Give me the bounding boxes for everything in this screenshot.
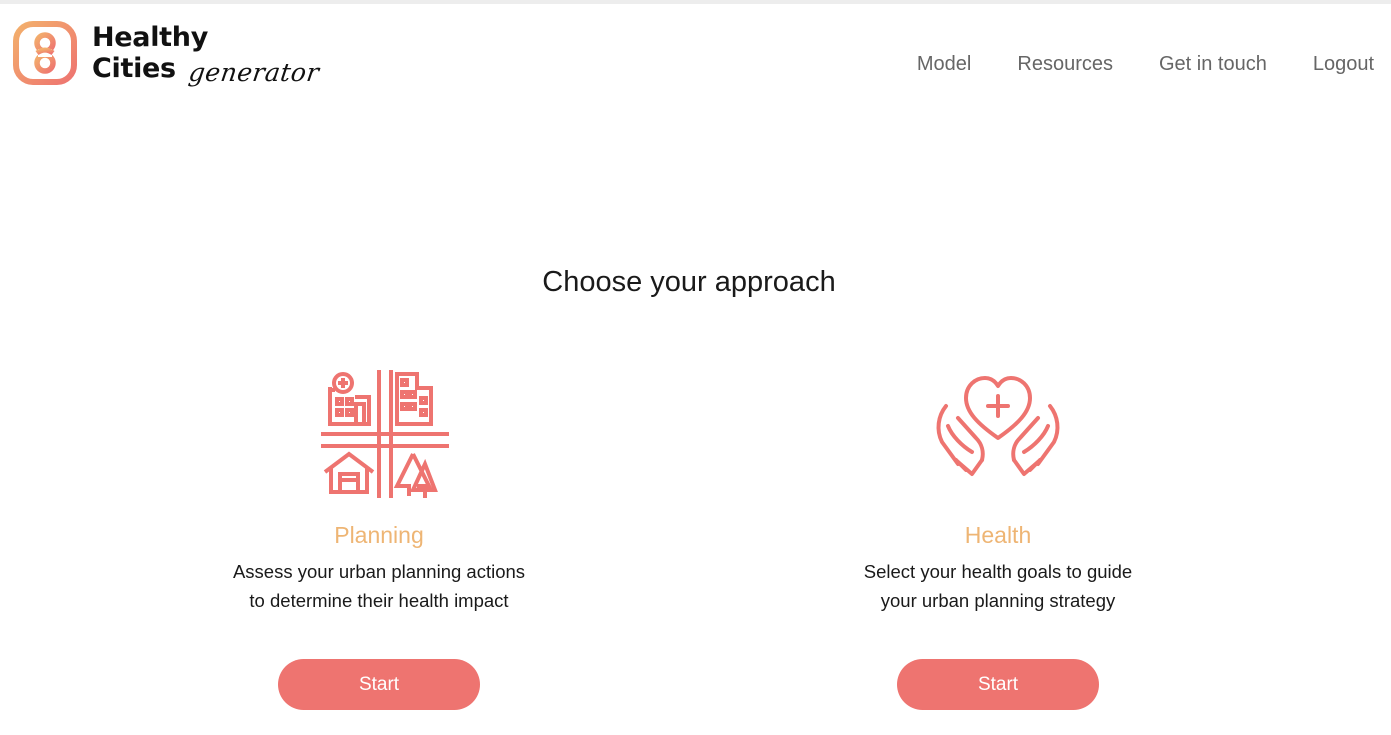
health-title: Health — [964, 522, 1032, 548]
planning-desc-line-1: Assess your urban planning actions — [232, 561, 526, 582]
planning-card: Planning Assess your urban planning acti… — [169, 366, 589, 710]
main-nav: Model Resources Get in touch Logout — [917, 49, 1374, 79]
planning-title: Planning — [334, 522, 424, 548]
nav-model[interactable]: Model — [917, 53, 971, 76]
nav-logout[interactable]: Logout — [1313, 53, 1374, 76]
hands-heart-icon — [936, 376, 1060, 476]
site-header: Healthy Cities generator Model Resources… — [0, 4, 1391, 104]
health-description: Select your health goals to guide your u… — [788, 557, 1208, 615]
page-heading: Choose your approach — [542, 266, 836, 298]
nav-resources[interactable]: Resources — [1017, 53, 1113, 76]
nav-get-in-touch[interactable]: Get in touch — [1159, 53, 1267, 76]
planning-desc-line-2: to determine their health impact — [249, 590, 509, 611]
health-card: Health Select your health goals to guide… — [788, 366, 1208, 710]
health-desc-line-2: your urban planning strategy — [880, 590, 1116, 611]
interlocking-loops-logo-icon — [13, 21, 77, 85]
city-planning-icon — [321, 370, 449, 498]
health-start-button[interactable]: Start — [897, 659, 1099, 710]
brand-line-2: Cities — [92, 53, 176, 84]
planning-description: Assess your urban planning actions to de… — [169, 557, 589, 615]
planning-start-button[interactable]: Start — [278, 659, 480, 710]
brand-line-1: Healthy — [92, 22, 209, 53]
brand-logo[interactable]: Healthy Cities generator — [12, 20, 321, 90]
health-desc-line-1: Select your health goals to guide — [863, 561, 1133, 582]
brand-script: generator — [186, 58, 322, 87]
